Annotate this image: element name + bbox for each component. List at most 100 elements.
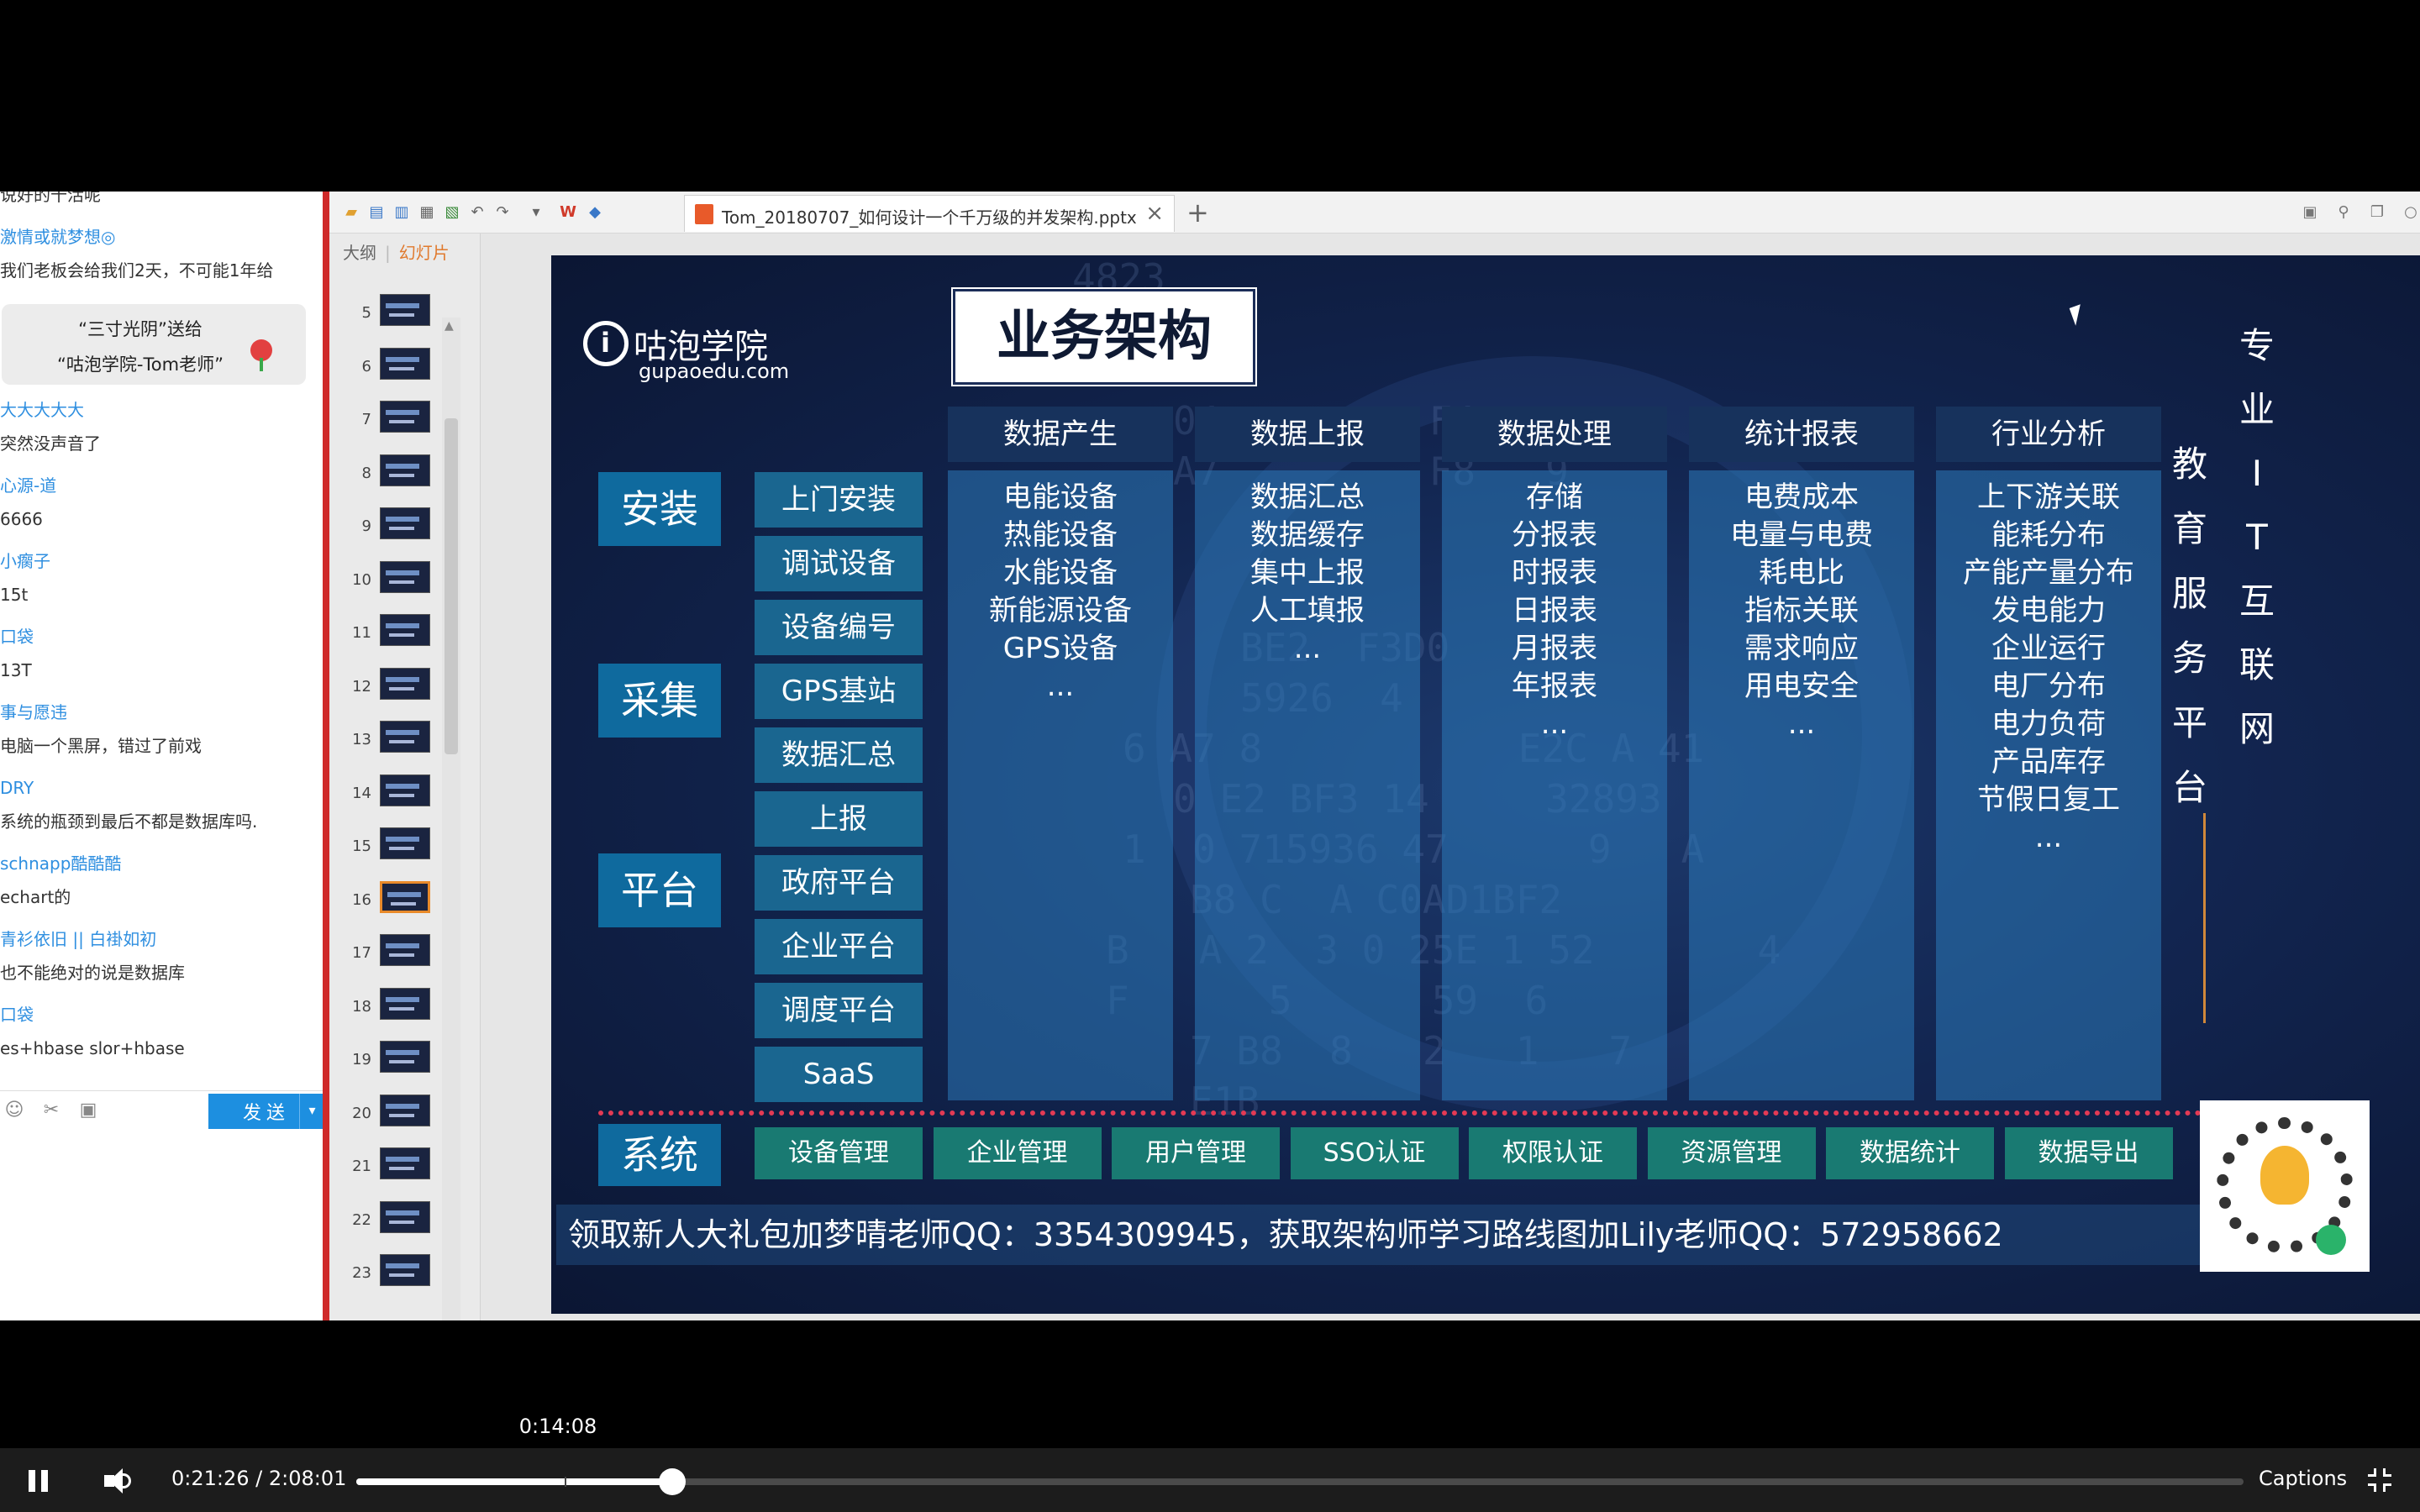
chat-username[interactable]: 青衫依旧 || 白褂如初 xyxy=(0,922,323,956)
panel-divider[interactable] xyxy=(323,192,329,1320)
wps-logo-icon[interactable]: W xyxy=(558,202,578,223)
slogan-char: 服 xyxy=(2171,573,2207,614)
pptx-file-icon xyxy=(695,204,713,224)
slide-title: 业务架构 xyxy=(951,287,1257,386)
emoji-icon[interactable]: ☺ xyxy=(3,1100,25,1121)
slogan-char: 网 xyxy=(2238,708,2275,749)
scroll-up-icon[interactable]: ▲ xyxy=(445,319,454,333)
send-dropdown-icon[interactable]: ▾ xyxy=(299,1094,324,1129)
preview-icon[interactable]: ▧ xyxy=(442,202,462,223)
system-item: 权限认证 xyxy=(1469,1127,1637,1179)
chat-input[interactable] xyxy=(0,1128,323,1296)
send-button[interactable]: 发送 ▾ xyxy=(208,1094,324,1129)
column-item: 热能设备 xyxy=(1003,518,1118,552)
undo-icon[interactable]: ↶ xyxy=(467,202,487,223)
system-item: 设备管理 xyxy=(755,1127,923,1179)
slide-thumbnail-image xyxy=(380,774,430,806)
bulb-icon xyxy=(2260,1146,2309,1205)
chat-username[interactable]: 小瘸子 xyxy=(0,544,323,578)
gift-notice: “三寸光阴”送给 “咕泡学院-Tom老师” xyxy=(2,304,306,385)
chat-messages: 说好的十活呢 激情或就梦想◎ 我们老板会给我们2天，不可能1年给 “三寸光阴”送给 “咕… xyxy=(0,192,323,1090)
slide-number: 7 xyxy=(361,411,371,428)
chat-username[interactable]: 激情或就梦想◎ xyxy=(0,220,323,254)
slide-number: 23 xyxy=(352,1264,371,1282)
search-icon[interactable]: ○ xyxy=(2402,203,2420,222)
column-item: ... xyxy=(2034,821,2063,854)
scrollbar-thumb[interactable] xyxy=(445,418,458,754)
slide-number: 9 xyxy=(361,517,371,535)
redo-icon[interactable]: ↷ xyxy=(492,202,513,223)
system-item: 数据统计 xyxy=(1826,1127,1994,1179)
image-icon[interactable]: ▣ xyxy=(77,1100,99,1121)
column-item: 时报表 xyxy=(1512,556,1597,590)
category-platform: 平台 xyxy=(598,853,721,927)
column-item: 年报表 xyxy=(1512,669,1597,703)
chat-panel: 说好的十活呢 激情或就梦想◎ 我们老板会给我们2天，不可能1年给 “三寸光阴”送给 “咕… xyxy=(0,192,323,1320)
tab-slides[interactable]: 幻灯片 xyxy=(399,243,450,263)
chat-message-text: echart的 xyxy=(0,887,71,907)
column-item: ... xyxy=(1293,632,1322,665)
save-as-icon[interactable]: ▥ xyxy=(392,202,412,223)
print-icon[interactable]: ▦ xyxy=(417,202,437,223)
vertical-slogan-right: 专业IT互联网 xyxy=(2232,314,2282,761)
chat-username[interactable]: 心源-道 xyxy=(0,469,323,502)
column-item: 产品库存 xyxy=(1991,745,2106,779)
restore-icon[interactable]: ❐ xyxy=(2368,203,2386,222)
chat-username[interactable]: 口袋 xyxy=(0,998,323,1032)
sub-item: SaaS xyxy=(755,1047,923,1102)
column-item: 月报表 xyxy=(1512,632,1597,665)
outline-tabs: 大纲 | 幻灯片 xyxy=(343,243,450,263)
chat-username[interactable]: 事与愿违 xyxy=(0,696,323,729)
slide-thumbnail-image xyxy=(380,1200,430,1233)
file-tab[interactable]: Tom_20180707_如何设计一个千万级的并发架构.pptx × xyxy=(684,195,1175,232)
column-item: 需求响应 xyxy=(1744,632,1859,665)
system-item: SSO认证 xyxy=(1290,1127,1459,1179)
qr-code xyxy=(2200,1100,2370,1272)
pause-button[interactable] xyxy=(29,1470,49,1492)
current-time: 0:21:26 xyxy=(171,1467,250,1490)
slogan-char: 联 xyxy=(2238,644,2275,685)
slide-number: 16 xyxy=(352,890,371,909)
slogan-char: 教 xyxy=(2171,444,2207,485)
cube-icon[interactable]: ◆ xyxy=(585,202,605,223)
chat-username[interactable]: 大大大大大 xyxy=(0,393,323,427)
scissors-icon[interactable]: ✂ xyxy=(40,1100,62,1121)
fullscreen-exit-icon[interactable] xyxy=(2368,1468,2391,1492)
new-tab-icon[interactable]: + xyxy=(1186,197,1209,228)
seek-handle[interactable] xyxy=(659,1468,686,1495)
slide-number: 14 xyxy=(352,784,371,802)
column-body: 电费成本 电量与电费 耗电比 指标关联 需求响应 用电安全... xyxy=(1689,470,1914,1100)
column-item: 数据缓存 xyxy=(1250,518,1365,552)
sub-item: 调度平台 xyxy=(755,983,923,1038)
chat-username[interactable]: DRY xyxy=(0,771,323,805)
save-icon[interactable]: ▤ xyxy=(366,202,387,223)
column-item: GPS设备 xyxy=(1002,632,1118,665)
column-body: 电能设备 热能设备 水能设备 新能源设备 GPS设备... xyxy=(948,470,1173,1100)
slogan-char: 业 xyxy=(2238,389,2275,430)
logo-site: gupaoedu.com xyxy=(639,360,790,383)
chat-username[interactable]: 口袋 xyxy=(0,620,323,654)
slide-outline-pane: 大纲 | 幻灯片 5 6 7 8 9 10 11 12 13 14 15 16 17 18 19 20 21 22 23… xyxy=(329,234,481,1320)
system-item: 数据导出 xyxy=(2004,1127,2173,1179)
column-item: 电量与电费 xyxy=(1730,518,1873,552)
close-icon[interactable]: × xyxy=(1145,201,1164,226)
slogan-char: 务 xyxy=(2171,638,2207,679)
chevron-down-icon[interactable]: ▾ xyxy=(526,202,546,223)
slide-number: 8 xyxy=(361,464,371,482)
time-display: 0:21:26 / 2:08:01 xyxy=(171,1467,346,1490)
thumbnail-scrollbar[interactable]: ▲ xyxy=(442,318,460,1320)
pin-icon[interactable]: ⚲ xyxy=(2334,203,2353,222)
video-player: 说好的十活呢 激情或就梦想◎ 我们老板会给我们2天，不可能1年给 “三寸光阴”送给 “咕… xyxy=(0,0,2420,1512)
tab-outline[interactable]: 大纲 xyxy=(343,243,376,263)
volume-button[interactable] xyxy=(104,1467,138,1495)
seek-bar[interactable] xyxy=(356,1468,2244,1495)
chat-message-text: 我们老板会给我们2天，不可能1年给 xyxy=(0,260,274,281)
column-item: 耗电比 xyxy=(1759,556,1844,590)
slide-thumbnail-image xyxy=(380,347,430,380)
captions-button[interactable]: Captions xyxy=(2259,1467,2347,1490)
open-icon[interactable]: ▰ xyxy=(341,202,361,223)
slide-thumbnail-image xyxy=(380,721,430,753)
chat-username[interactable]: schnapp酷酷酷 xyxy=(0,847,323,880)
column-item: 人工填报 xyxy=(1250,594,1365,627)
window-icon[interactable]: ▣ xyxy=(2301,203,2319,222)
